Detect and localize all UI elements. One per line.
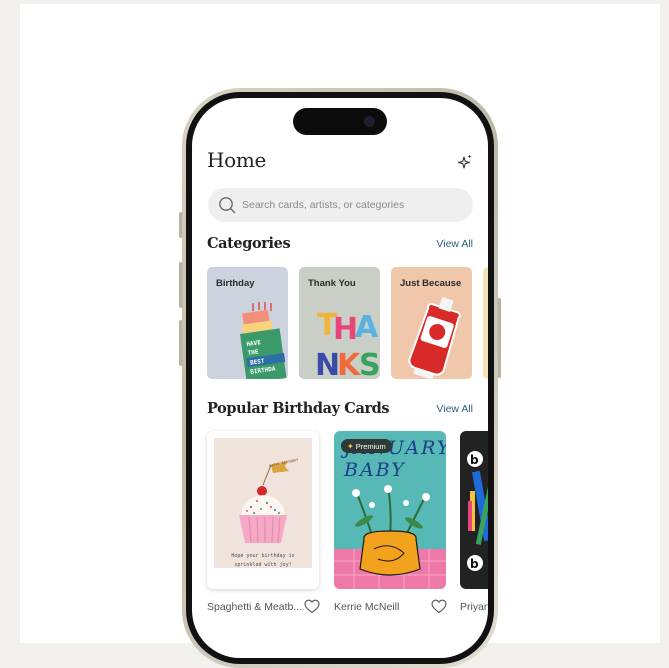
categories-view-all-link[interactable]: View All xyxy=(436,238,473,250)
svg-text:b: b xyxy=(470,557,479,571)
premium-badge: ✦ Premium xyxy=(341,439,392,453)
birthday-card-partial[interactable]: b b xyxy=(460,431,488,589)
category-card-birthday[interactable]: Birthday HAVE THE BEST BIRTHDA xyxy=(207,267,288,379)
partial-card-illustration: b b xyxy=(467,451,488,571)
birthday-card-illustration: HAVE THE BEST BIRTHDA xyxy=(239,302,287,379)
birthday-card-january-baby[interactable]: JANUARY BABY ✦ Premium xyxy=(334,431,446,589)
category-card-partial[interactable] xyxy=(483,267,488,379)
dynamic-island xyxy=(293,108,387,135)
svg-text:S: S xyxy=(359,348,380,379)
front-camera xyxy=(364,116,375,127)
popular-heading: Popular Birthday Cards xyxy=(207,400,390,417)
card-artist-name[interactable]: Spaghetti & Meatb... xyxy=(207,601,302,613)
heart-icon[interactable] xyxy=(304,599,320,614)
premium-star-icon: ✦ xyxy=(347,441,354,451)
search-icon xyxy=(219,197,236,214)
search-placeholder: Search cards, artists, or categories xyxy=(242,199,405,211)
search-input[interactable]: Search cards, artists, or categories xyxy=(208,188,473,222)
card-artist-name[interactable]: Kerrie McNeill xyxy=(334,601,399,613)
birthday-card-cupcake[interactable]: HAPPY BIRTHDAY Hope your birthday is spr… xyxy=(207,431,319,589)
svg-text:A: A xyxy=(355,310,379,345)
phone-screen: Home Search cards, artists, or categorie… xyxy=(192,98,488,658)
premium-badge-label: Premium xyxy=(355,441,386,451)
category-card-just-because[interactable]: Just Because xyxy=(391,267,472,379)
category-card-thank-you[interactable]: Thank You T H A N K S xyxy=(299,267,380,379)
sparkle-icon[interactable] xyxy=(456,153,474,171)
svg-text:b: b xyxy=(470,453,479,467)
card-message-text: Hope your birthday is sprinkled with joy… xyxy=(231,553,295,568)
just-because-card-illustration xyxy=(408,296,461,379)
popular-view-all-link[interactable]: View All xyxy=(436,403,473,415)
categories-heading: Categories xyxy=(207,235,291,252)
thank-you-card-illustration: T H A N K S xyxy=(315,308,380,379)
card-artist-name[interactable]: Priyan xyxy=(460,601,488,613)
page-title: Home xyxy=(207,148,267,172)
heart-icon[interactable] xyxy=(431,599,447,614)
